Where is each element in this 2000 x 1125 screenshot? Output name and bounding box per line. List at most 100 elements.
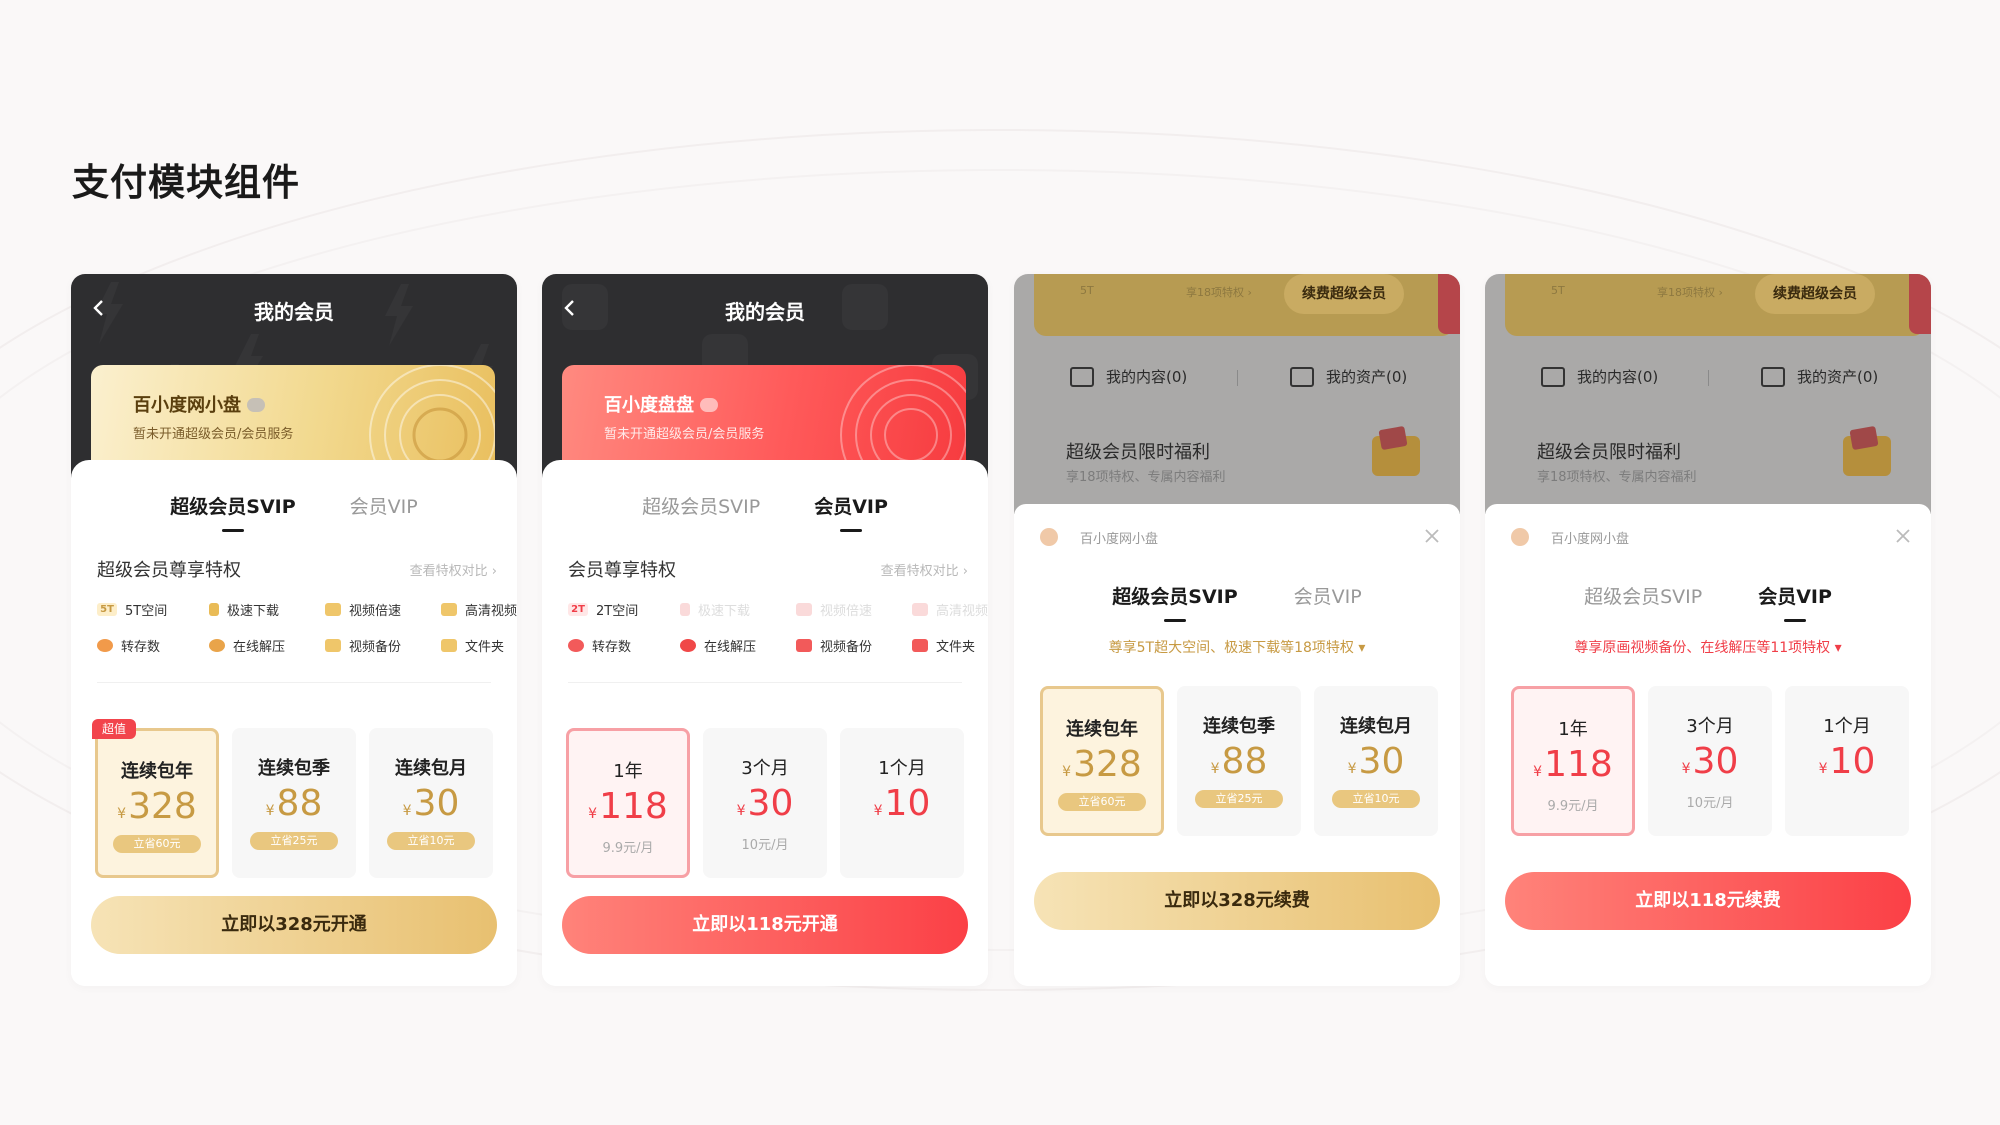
feature-label: 极速下载 bbox=[698, 604, 751, 619]
plan-price: ¥118 bbox=[569, 785, 687, 836]
renew-button[interactable]: 立即以118元续费 bbox=[1505, 872, 1911, 930]
monthly-price: 9.9元/月 bbox=[602, 841, 654, 856]
close-icon[interactable] bbox=[1422, 526, 1442, 546]
plan-list: 1年 ¥118 9.9元/月 3个月 ¥30 10元/月 1个月 ¥10 bbox=[566, 728, 964, 878]
feature-label: 转存数 bbox=[592, 640, 632, 655]
plan-name: 连续包月 bbox=[1340, 716, 1412, 737]
svip-status-strip: 5T 享18项特权 › 续费超级会员 bbox=[1505, 274, 1925, 336]
gift-icon bbox=[1372, 436, 1420, 476]
plan-price: ¥10 bbox=[1785, 740, 1909, 791]
plan-option[interactable]: 1个月 ¥10 bbox=[840, 728, 964, 878]
tab-vip[interactable]: 会员VIP bbox=[342, 492, 426, 519]
currency-symbol: ¥ bbox=[1533, 764, 1543, 780]
separator bbox=[1237, 370, 1238, 386]
plan-option[interactable]: 连续包季 ¥88 立省25元 bbox=[1177, 686, 1301, 836]
tab-svip[interactable]: 超级会员SVIP bbox=[634, 492, 768, 519]
plan-option[interactable]: 1年 ¥118 9.9元/月 bbox=[566, 728, 690, 878]
feature-label: 高清视频 bbox=[936, 604, 988, 619]
plan-price: ¥88 bbox=[1177, 740, 1301, 791]
svip-purchase-card: 我的会员 百小度网小盘 暂未开通超级会员/会员服务 超级会员SVIP 会员VIP… bbox=[71, 274, 517, 986]
page-title: 支付模块组件 bbox=[72, 161, 300, 204]
tab-bar: 超级会员SVIP 会员VIP bbox=[71, 492, 517, 532]
member-name: 百小度盘盘 bbox=[604, 391, 718, 417]
tab-vip[interactable]: 会员VIP bbox=[806, 492, 896, 532]
price-value: 30 bbox=[1358, 741, 1405, 782]
plan-option[interactable]: 连续包月 ¥30 立省10元 bbox=[369, 728, 493, 878]
value-tag: 超值 bbox=[92, 719, 136, 739]
plan-option[interactable]: 超值 连续包年 ¥328 立省60元 bbox=[92, 719, 219, 878]
price-value: 118 bbox=[1544, 744, 1613, 785]
plan-price: ¥10 bbox=[840, 782, 964, 833]
plan-option[interactable]: 1个月 ¥10 bbox=[1785, 686, 1909, 836]
plan-price: ¥30 bbox=[1314, 740, 1438, 791]
compare-link[interactable]: 查看特权对比 › bbox=[410, 560, 497, 579]
plan-option[interactable]: 1年 ¥118 9.9元/月 bbox=[1511, 686, 1635, 836]
renew-svip-button[interactable]: 续费超级会员 bbox=[1284, 274, 1404, 314]
vip-renew-sheet: 5T 享18项特权 › 续费超级会员 我的内容(0) 我的资产(0) 超级会员限… bbox=[1485, 274, 1931, 986]
feature-item: 极速下载 bbox=[680, 600, 750, 619]
my-assets-label: 我的资产(0) bbox=[1797, 368, 1879, 386]
feature-item: 视频倍速 bbox=[796, 600, 872, 619]
plan-option[interactable]: 连续包季 ¥88 立省25元 bbox=[232, 728, 356, 878]
wallet-icon bbox=[1290, 366, 1314, 387]
plan-name: 1年 bbox=[613, 761, 643, 782]
tab-vip[interactable]: 会员VIP bbox=[1286, 582, 1370, 609]
tab-vip[interactable]: 会员VIP bbox=[1750, 582, 1840, 622]
promo-text[interactable]: 尊享原画视频备份、在线解压等11项特权 ▾ bbox=[1485, 637, 1931, 657]
plan-name: 连续包季 bbox=[258, 758, 330, 779]
feature-item: 文件夹 bbox=[912, 636, 975, 655]
open-button[interactable]: 立即以328元开通 bbox=[91, 896, 497, 954]
my-assets-link[interactable]: 我的资产(0) bbox=[1290, 366, 1407, 387]
my-content-link[interactable]: 我的内容(0) bbox=[1541, 366, 1658, 387]
my-content-label: 我的内容(0) bbox=[1106, 368, 1188, 386]
feature-label: 2T空间 bbox=[596, 604, 639, 619]
renew-svip-button[interactable]: 续费超级会员 bbox=[1755, 274, 1875, 314]
plan-option[interactable]: 连续包月 ¥30 立省10元 bbox=[1314, 686, 1438, 836]
verified-icon bbox=[700, 398, 718, 412]
dimmed-background: 5T 享18项特权 › 续费超级会员 我的内容(0) 我的资产(0) 超级会员限… bbox=[1014, 274, 1460, 514]
feature-item: 5T 5T空间 bbox=[97, 600, 167, 619]
feature-item: 高清视频 bbox=[441, 600, 517, 619]
unzip-icon bbox=[209, 639, 225, 652]
plan-list: 连续包年 ¥328 立省60元 连续包季 ¥88 立省25元 连续包月 ¥30 … bbox=[1040, 686, 1438, 836]
tab-svip[interactable]: 超级会员SVIP bbox=[1104, 582, 1245, 622]
app-name: 百小度网小盘 bbox=[1080, 532, 1159, 547]
plan-name: 3个月 bbox=[741, 758, 789, 779]
plan-name: 3个月 bbox=[1686, 716, 1734, 737]
currency-symbol: ¥ bbox=[117, 806, 127, 822]
promo-text[interactable]: 尊享5T超大空间、极速下载等18项特权 ▾ bbox=[1014, 637, 1460, 657]
app-logo-icon bbox=[1040, 528, 1058, 546]
my-content-link[interactable]: 我的内容(0) bbox=[1070, 366, 1187, 387]
bolt-icon bbox=[209, 603, 219, 616]
tab-svip[interactable]: 超级会员SVIP bbox=[162, 492, 303, 532]
transfer-icon bbox=[568, 639, 584, 652]
currency-symbol: ¥ bbox=[736, 803, 746, 819]
payment-sheet: 百小度网小盘 超级会员SVIP 会员VIP 尊享原画视频备份、在线解压等11项特… bbox=[1485, 504, 1931, 986]
compare-link[interactable]: 查看特权对比 › bbox=[881, 560, 968, 579]
plan-option[interactable]: 3个月 ¥30 10元/月 bbox=[1648, 686, 1772, 836]
feature-label: 视频倍速 bbox=[820, 604, 873, 619]
currency-symbol: ¥ bbox=[588, 806, 598, 822]
close-icon[interactable] bbox=[1893, 526, 1913, 546]
price-value: 328 bbox=[128, 786, 197, 827]
plan-option[interactable]: 连续包年 ¥328 立省60元 bbox=[1040, 686, 1164, 836]
plan-option[interactable]: 3个月 ¥30 10元/月 bbox=[703, 728, 827, 878]
save-badge: 立省10元 bbox=[1332, 790, 1420, 808]
benefit-title: 超级会员限时福利 bbox=[1066, 442, 1210, 463]
feature-label: 5T空间 bbox=[125, 604, 168, 619]
dimmed-background: 5T 享18项特权 › 续费超级会员 我的内容(0) 我的资产(0) 超级会员限… bbox=[1485, 274, 1931, 514]
benefit-title: 超级会员限时福利 bbox=[1537, 442, 1681, 463]
renew-button[interactable]: 立即以328元续费 bbox=[1034, 872, 1440, 930]
open-button[interactable]: 立即以118元开通 bbox=[562, 896, 968, 954]
feature-item: 视频备份 bbox=[796, 636, 872, 655]
my-assets-link[interactable]: 我的资产(0) bbox=[1761, 366, 1878, 387]
hd-icon bbox=[912, 603, 928, 616]
plan-list: 超值 连续包年 ¥328 立省60元 连续包季 ¥88 立省25元 连续包月 ¥… bbox=[92, 719, 493, 878]
monthly-price: 9.9元/月 bbox=[1547, 799, 1599, 814]
app-logo-icon bbox=[1511, 528, 1529, 546]
unzip-icon bbox=[680, 639, 696, 652]
space-icon: 2T bbox=[568, 603, 588, 616]
tab-svip[interactable]: 超级会员SVIP bbox=[1576, 582, 1710, 609]
feature-label: 高清视频 bbox=[465, 604, 517, 619]
plan-price: ¥328 bbox=[1043, 743, 1161, 794]
